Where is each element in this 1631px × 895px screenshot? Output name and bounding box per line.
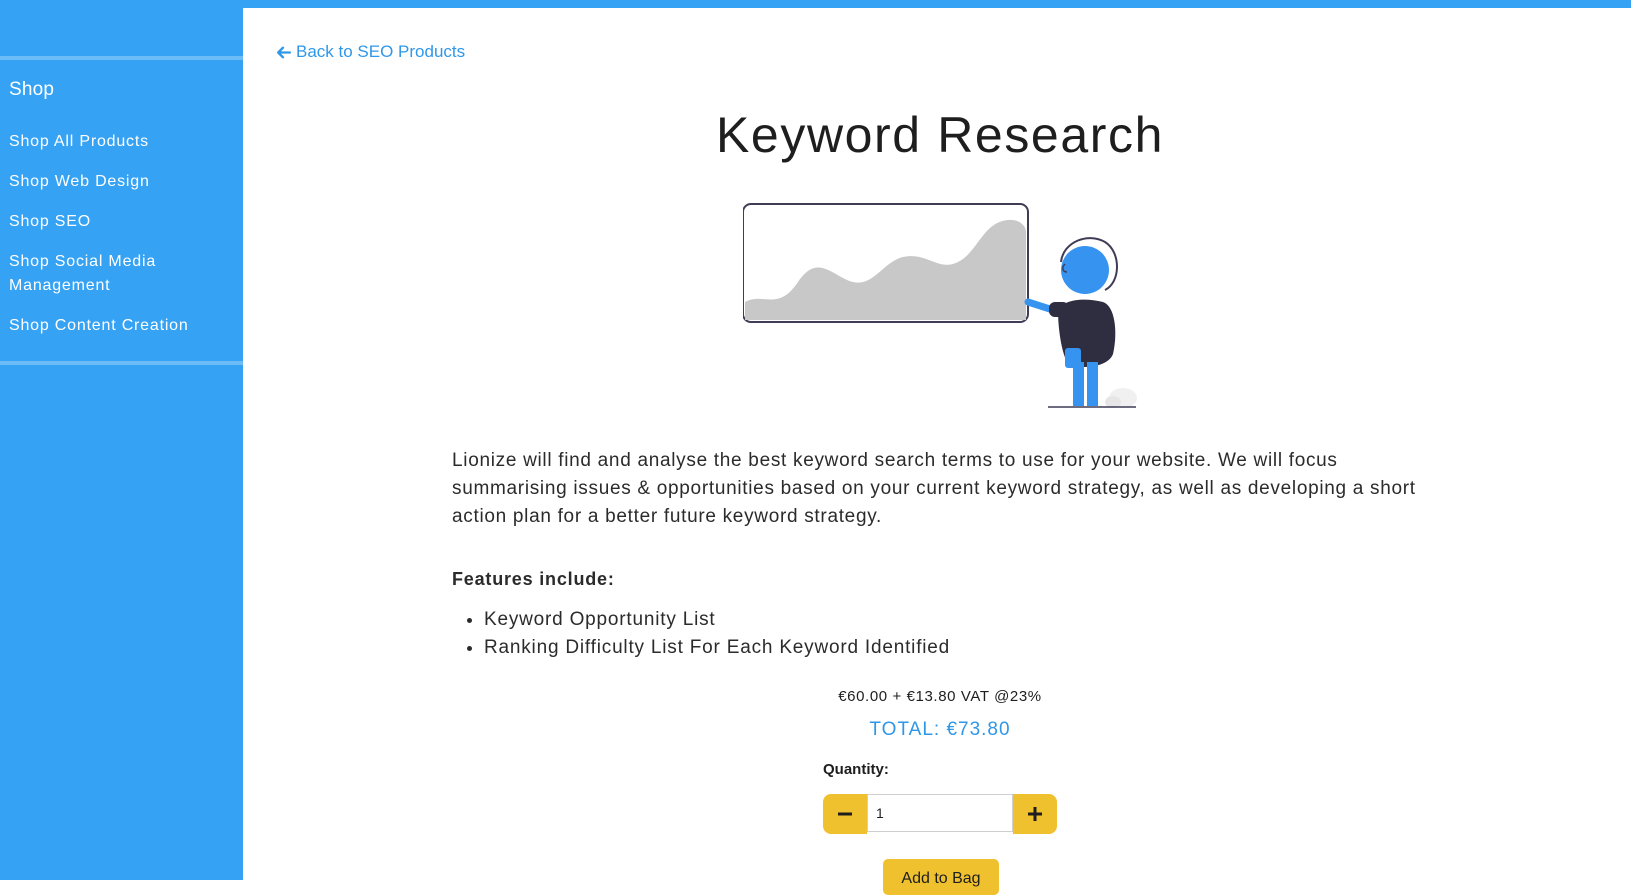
- quantity-input[interactable]: [867, 794, 1013, 832]
- quantity-stepper: [823, 794, 1057, 834]
- sidebar-item-seo[interactable]: Shop SEO: [9, 210, 229, 234]
- sidebar-item-all-products[interactable]: Shop All Products: [9, 130, 229, 154]
- sidebar-item-social-media[interactable]: Shop Social Media Management: [9, 250, 229, 298]
- increase-quantity-button[interactable]: [1013, 794, 1057, 834]
- product-description: Lionize will find and analyse the best k…: [452, 450, 1416, 527]
- person-presenting-chart-illustration: [743, 203, 1137, 408]
- back-to-seo-products-link[interactable]: Back to SEO Products: [275, 42, 465, 62]
- arrow-left-icon: [277, 46, 292, 58]
- page-title: Keyword Research: [715, 107, 1164, 163]
- main-content: Back to SEO Products Keyword Research Li…: [243, 8, 1631, 895]
- sidebar-divider-top: [0, 56, 243, 60]
- sidebar-item-content-creation[interactable]: Shop Content Creation: [9, 314, 229, 338]
- features-list: Keyword Opportunity List Ranking Difficu…: [452, 606, 950, 662]
- sidebar-divider-bottom: [0, 361, 243, 365]
- sidebar-heading: Shop: [9, 79, 55, 100]
- minus-icon: [838, 812, 852, 816]
- total-price: TOTAL: €73.80: [869, 719, 1011, 740]
- sidebar-menu: Shop All Products Shop Web Design Shop S…: [9, 130, 229, 354]
- quantity-label: Quantity:: [823, 761, 889, 778]
- feature-item: Ranking Difficulty List For Each Keyword…: [484, 634, 950, 662]
- sidebar-item-web-design[interactable]: Shop Web Design: [9, 170, 229, 194]
- decrease-quantity-button[interactable]: [823, 794, 867, 834]
- top-bar: [0, 0, 1631, 8]
- plus-icon: [1028, 807, 1042, 821]
- features-heading: Features include:: [452, 569, 615, 589]
- price-breakdown: €60.00 + €13.80 VAT @23%: [838, 688, 1042, 705]
- add-to-bag-button[interactable]: Add to Bag: [883, 859, 999, 895]
- back-link-label: Back to SEO Products: [296, 42, 466, 61]
- feature-item: Keyword Opportunity List: [484, 606, 950, 634]
- sidebar: Shop Shop All Products Shop Web Design S…: [0, 0, 243, 880]
